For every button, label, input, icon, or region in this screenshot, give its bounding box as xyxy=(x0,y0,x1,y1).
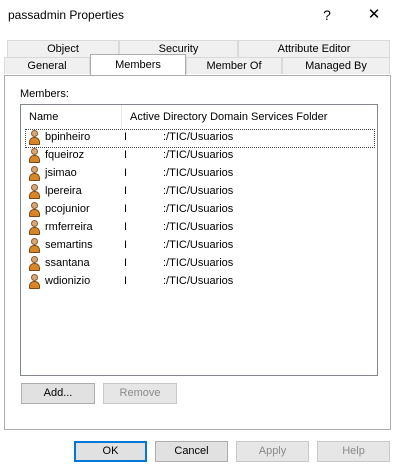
member-name: wdionizio xyxy=(45,275,91,287)
list-item[interactable]: lpereira I :/TIC/Usuarios xyxy=(26,184,374,201)
tab-members[interactable]: Members xyxy=(90,54,186,75)
user-icon xyxy=(28,220,40,236)
user-icon xyxy=(28,166,40,182)
member-folder-prefix: I xyxy=(124,257,128,269)
member-folder-prefix: I xyxy=(124,131,128,143)
member-folder: :/TIC/Usuarios xyxy=(163,239,234,251)
add-button[interactable]: Add... xyxy=(21,383,95,404)
member-folder-prefix: I xyxy=(124,275,128,287)
list-item[interactable]: fqueiroz I :/TIC/Usuarios xyxy=(26,148,374,165)
user-icon xyxy=(28,148,40,164)
member-folder: :/TIC/Usuarios xyxy=(163,257,234,269)
member-folder: :/TIC/Usuarios xyxy=(163,203,234,215)
members-list[interactable]: Name Active Directory Domain Services Fo… xyxy=(20,104,378,376)
list-item[interactable]: ssantana I :/TIC/Usuarios xyxy=(26,256,374,273)
ok-button[interactable]: OK xyxy=(74,441,147,462)
list-item[interactable]: jsimao I :/TIC/Usuarios xyxy=(26,166,374,183)
user-icon xyxy=(28,130,40,146)
member-name: rmferreira xyxy=(45,221,93,233)
member-folder: :/TIC/Usuarios xyxy=(163,275,234,287)
tab-managed-by[interactable]: Managed By xyxy=(282,57,390,74)
window-title: passadmin Properties xyxy=(8,8,125,22)
member-folder: :/TIC/Usuarios xyxy=(163,221,234,233)
list-item[interactable]: semartins I :/TIC/Usuarios xyxy=(26,238,374,255)
member-name: fqueiroz xyxy=(45,149,85,161)
members-panel: Members: Name Active Directory Domain Se… xyxy=(4,75,391,430)
column-header-folder[interactable]: Active Directory Domain Services Folder xyxy=(122,105,377,129)
member-folder: :/TIC/Usuarios xyxy=(163,131,234,143)
member-folder-prefix: I xyxy=(124,239,128,251)
member-folder: :/TIC/Usuarios xyxy=(163,167,234,179)
column-header-name[interactable]: Name xyxy=(21,105,121,129)
list-item[interactable]: wdionizio I :/TIC/Usuarios xyxy=(26,274,374,291)
tab-general[interactable]: General xyxy=(4,57,90,74)
help-icon[interactable]: ? xyxy=(312,2,342,28)
list-item[interactable]: rmferreira I :/TIC/Usuarios xyxy=(26,220,374,237)
tab-attribute-editor[interactable]: Attribute Editor xyxy=(238,40,390,57)
user-icon xyxy=(28,184,40,200)
member-name: bpinheiro xyxy=(45,131,91,143)
list-item[interactable]: pcojunior I :/TIC/Usuarios xyxy=(26,202,374,219)
tab-member-of[interactable]: Member Of xyxy=(186,57,282,74)
user-icon xyxy=(28,274,40,290)
member-name: lpereira xyxy=(45,185,82,197)
members-label: Members: xyxy=(20,88,69,100)
member-name: semartins xyxy=(45,239,93,251)
close-icon[interactable]: ✕ xyxy=(357,2,391,28)
user-icon xyxy=(28,202,40,218)
member-folder-prefix: I xyxy=(124,203,128,215)
member-folder-prefix: I xyxy=(124,167,128,179)
member-folder-prefix: I xyxy=(124,149,128,161)
title-bar: passadmin Properties ? ✕ xyxy=(0,0,395,30)
member-name: ssantana xyxy=(45,257,90,269)
list-item[interactable]: bpinheiro I :/TIC/Usuarios xyxy=(25,129,375,148)
member-folder-prefix: I xyxy=(124,221,128,233)
member-folder: :/TIC/Usuarios xyxy=(163,185,234,197)
member-name: pcojunior xyxy=(45,203,90,215)
member-folder-prefix: I xyxy=(124,185,128,197)
help-button[interactable]: Help xyxy=(317,441,390,462)
cancel-button[interactable]: Cancel xyxy=(155,441,228,462)
member-folder: :/TIC/Usuarios xyxy=(163,149,234,161)
user-icon xyxy=(28,256,40,272)
tab-strip: Object Security Attribute Editor General… xyxy=(0,34,395,76)
remove-button[interactable]: Remove xyxy=(103,383,177,404)
apply-button[interactable]: Apply xyxy=(236,441,309,462)
member-name: jsimao xyxy=(45,167,77,179)
user-icon xyxy=(28,238,40,254)
